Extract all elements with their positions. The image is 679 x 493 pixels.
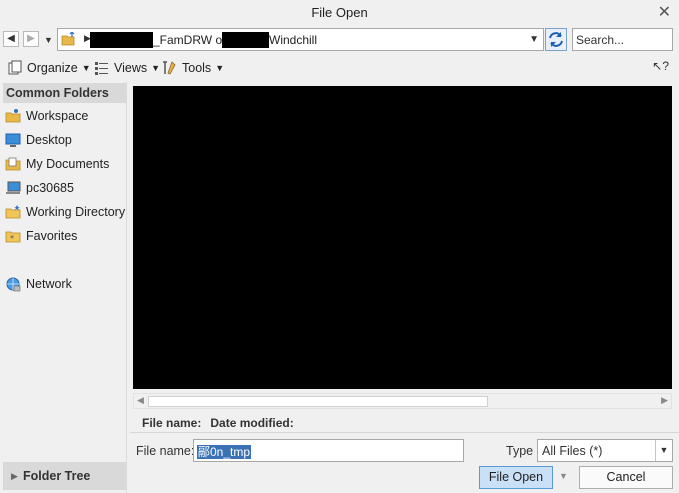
back-button[interactable]: ◀ [3,31,19,47]
folder-tree-toggle[interactable]: ▶ Folder Tree [3,462,126,490]
refresh-icon [549,32,563,47]
path-segment-2[interactable]: Windchill [269,33,317,47]
horizontal-scrollbar[interactable]: ◀ ▶ [133,393,672,409]
svg-text:*: * [10,234,14,243]
documents-icon [5,157,21,171]
file-name-field[interactable]: 䣓0n_tmp [193,439,464,462]
tools-label: Tools [182,61,212,75]
redacted-block [90,32,153,48]
help-button[interactable]: ↖? [652,59,669,73]
redacted-block [222,32,269,48]
file-name-label: File name: [136,444,195,458]
scroll-right-icon[interactable]: ▶ [661,395,668,406]
sidebar: Common Folders Workspace Desktop My Docu… [0,82,127,493]
workspace-icon [5,109,21,123]
window-title: File Open [311,5,368,20]
scroll-left-icon[interactable]: ◀ [137,395,144,406]
forward-button[interactable]: ▶ [23,31,39,47]
chevron-down-icon[interactable]: ▼ [529,34,539,45]
preview-date-modified-label: Date modified: [210,416,294,430]
title-bar: File Open ✕ [0,0,679,26]
type-value: All Files (*) [542,444,603,458]
views-icon [95,62,108,75]
address-row: ◀ ▶ ▼ ▶ _FamDRW on Windchill ▼ Search... [0,27,679,53]
organize-label: Organize [27,61,78,75]
type-select[interactable]: All Files (*) ▼ [537,439,673,462]
close-icon[interactable]: ✕ [658,0,671,26]
file-open-button[interactable]: File Open [479,466,553,489]
type-label: Type [506,444,534,458]
file-name-value: 䣓0n_tmp [197,445,252,459]
sidebar-item-desktop[interactable]: Desktop [5,131,72,149]
favorites-icon: * [5,231,21,243]
search-input[interactable]: Search... [572,28,673,51]
tools-menu[interactable]: Tools ▼ [162,59,224,77]
chevron-down-icon: ▼ [215,63,225,73]
desktop-icon [5,133,21,147]
network-icon [6,277,21,292]
expand-arrow-icon: ▶ [11,471,18,481]
organize-menu[interactable]: Organize ▼ [7,59,91,77]
scrollbar-thumb[interactable] [148,396,488,407]
preview-file-name-label: File name: [142,416,202,430]
file-list[interactable] [133,86,672,389]
sidebar-item-workspace[interactable]: Workspace [5,107,88,125]
views-menu[interactable]: Views ▼ [94,59,160,77]
preview-info: File name: Date modified: [142,416,303,430]
chevron-down-icon: ▼ [151,63,161,73]
organize-icon [8,60,22,75]
path-segment-1[interactable]: _FamDRW on [153,33,229,47]
cancel-button[interactable]: Cancel [579,466,673,489]
working-directory-icon [5,205,21,219]
sidebar-heading: Common Folders [3,83,126,103]
views-label: Views [114,61,148,75]
sidebar-item-pc30685[interactable]: pc30685 [5,179,74,197]
sidebar-item-network[interactable]: Network [5,275,72,293]
computer-icon [6,181,21,194]
chevron-down-icon: ▼ [655,440,672,461]
sidebar-item-working-directory[interactable]: Working Directory [5,203,125,221]
divider [130,432,679,433]
folder-up-icon [61,32,75,46]
open-options-dropdown[interactable]: ▼ [555,466,572,489]
sidebar-item-favorites[interactable]: * Favorites [5,227,77,245]
address-bar[interactable]: ▶ _FamDRW on Windchill ▼ [57,28,544,51]
chevron-down-icon: ▼ [81,63,91,73]
tools-icon [163,61,176,75]
history-dropdown-icon[interactable]: ▼ [44,35,53,45]
pointer-help-icon: ↖ [652,59,663,73]
toolbar: Organize ▼ Views ▼ Tools ▼ ↖? [0,57,679,79]
refresh-button[interactable] [545,28,567,51]
sidebar-item-my-documents[interactable]: My Documents [5,155,109,173]
